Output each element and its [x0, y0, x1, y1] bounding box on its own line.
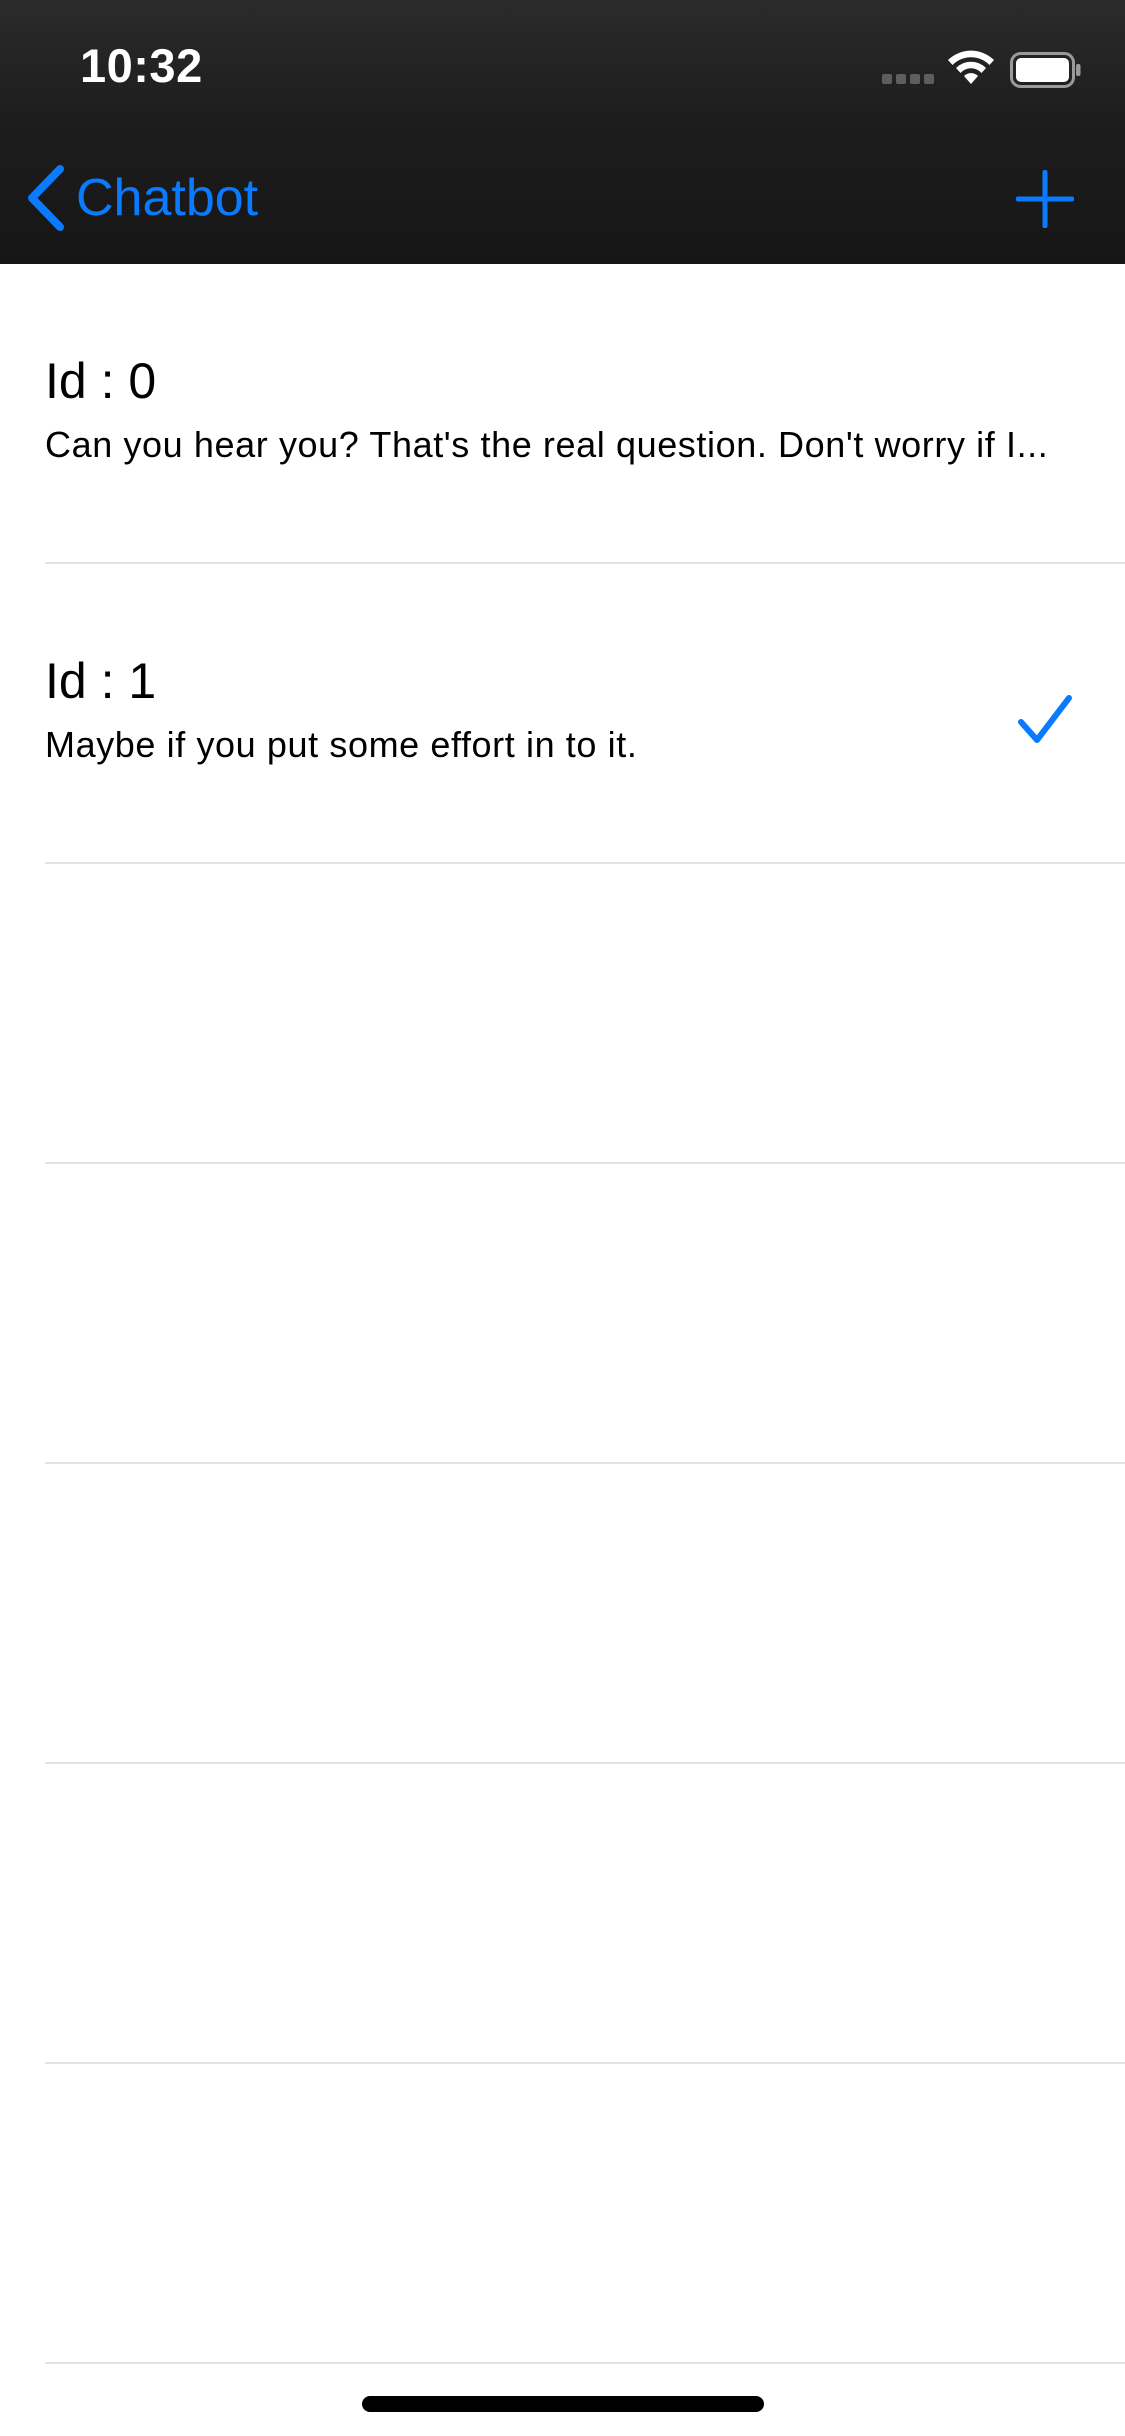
empty-row	[45, 1164, 1125, 1464]
cellular-signal-icon	[882, 74, 934, 84]
list-item[interactable]: Id : 1 Maybe if you put some effort in t…	[45, 564, 1125, 864]
add-button[interactable]	[1016, 170, 1074, 228]
item-title: Id : 0	[45, 353, 157, 409]
empty-row	[45, 864, 1125, 1164]
navigation-header: 10:32 Chatbot	[0, 0, 1125, 264]
empty-row	[45, 2064, 1125, 2364]
back-button-label: Chatbot	[76, 169, 259, 227]
chevron-left-icon	[28, 165, 64, 231]
back-button[interactable]: Chatbot	[24, 164, 258, 232]
item-subtitle: Maybe if you put some effort in to it.	[45, 724, 638, 765]
checkmark-icon	[1018, 695, 1072, 743]
wifi-icon	[948, 50, 994, 84]
home-indicator[interactable]	[362, 2396, 764, 2412]
empty-row	[45, 1464, 1125, 1764]
list-item[interactable]: Id : 0 Can you hear you? That's the real…	[45, 264, 1125, 564]
item-subtitle: Can you hear you? That's the real questi…	[45, 424, 1049, 465]
empty-row	[45, 1764, 1125, 2064]
battery-icon	[1010, 52, 1081, 88]
item-title: Id : 1	[45, 653, 157, 709]
plus-icon	[1016, 170, 1074, 228]
conversation-list: Id : 0 Can you hear you? That's the real…	[0, 264, 1125, 2364]
status-time: 10:32	[80, 39, 203, 92]
